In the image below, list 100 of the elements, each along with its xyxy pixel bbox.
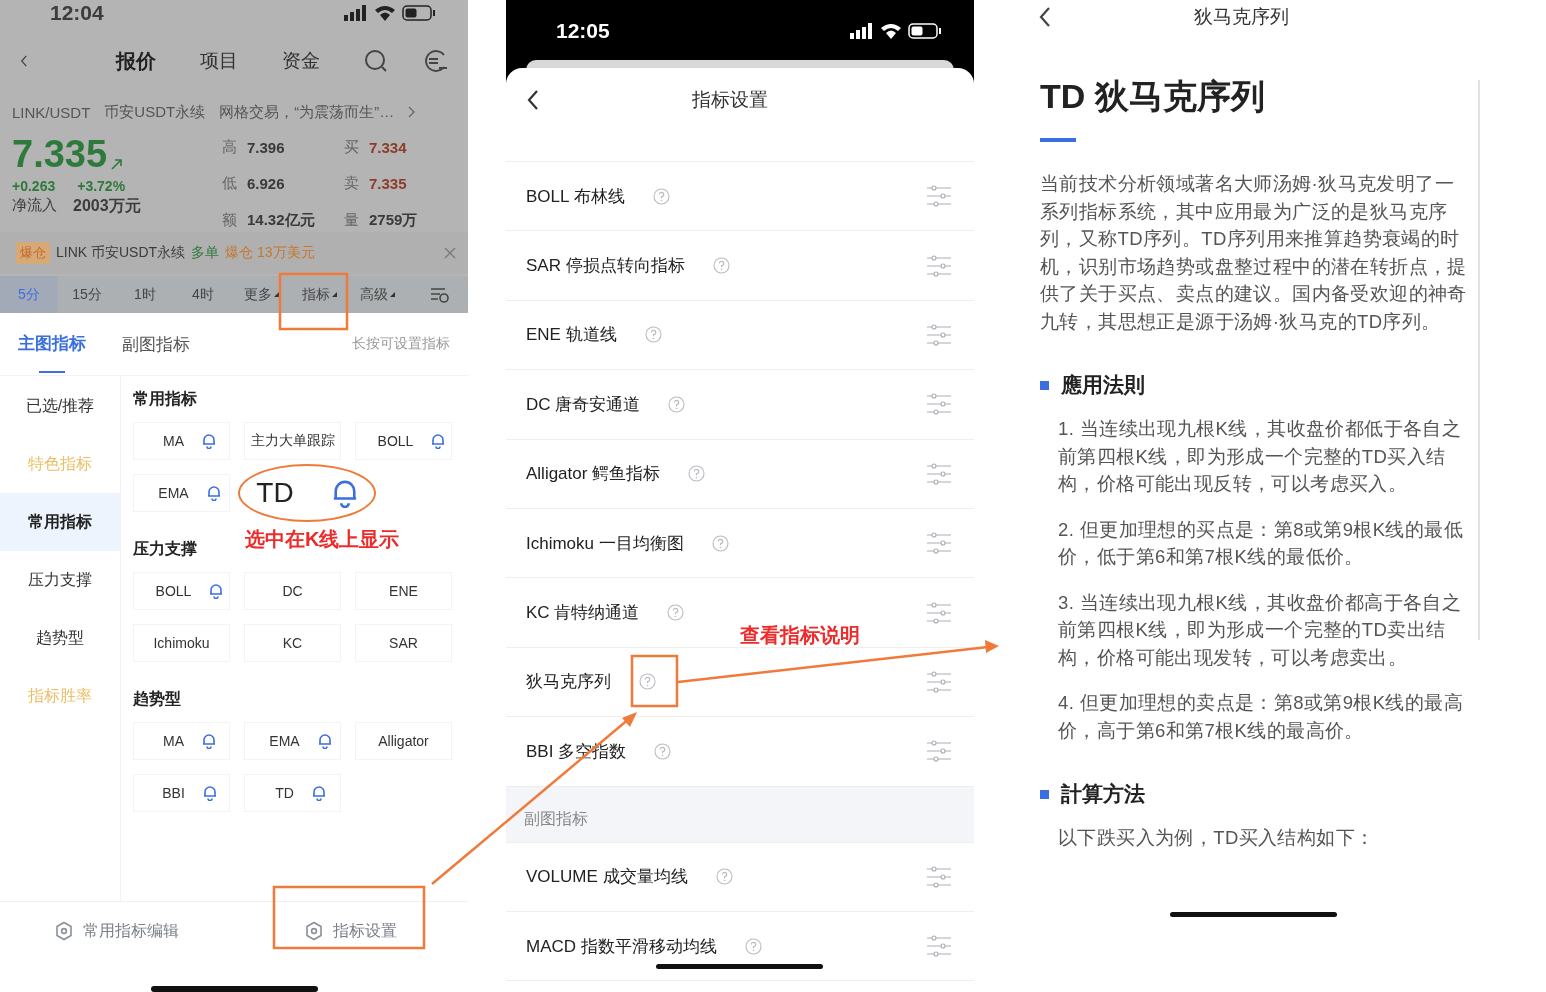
highlight-frame [278,272,349,331]
indicator-chip[interactable]: MA [133,422,230,460]
liquidation-amount: 爆仓 13万美元 [225,244,315,262]
indicator-chip[interactable]: EMA [133,474,230,512]
sliders-icon[interactable] [926,740,952,763]
nav-tab[interactable]: 报价 [116,47,156,75]
hexagon-gear-icon [305,921,323,941]
chat-menu-icon[interactable] [422,49,448,73]
wifi-icon [374,5,396,21]
help-icon[interactable] [644,326,662,344]
period-tab[interactable]: 1时 [116,276,174,313]
intro-paragraph: 当前技术分析领域著名大师汤姆·狄马克发明了一系列指标系统，其中应用最为广泛的是狄马克序列，又称TD序列。TD序列用来推算趋势衰竭的时机，识别市场趋势或盘整过程中的潜在转折点，提供了关于买点、卖点的建议。国内备受欢迎的神奇九转，其思想正是源于汤姆·狄马克的TD序列。 [1040,172,1468,334]
period-tab[interactable]: 更多 [232,276,290,313]
section-title: 計算方法 [1061,781,1145,807]
category-item[interactable]: 已选/推荐 [0,377,120,435]
battery-icon [908,23,942,39]
indicator-chip[interactable]: EMA [244,722,341,760]
help-icon[interactable] [652,187,670,205]
indicator-chip[interactable]: ENE [355,572,452,610]
status-time: 12:04 [50,1,104,25]
footer-button[interactable]: 指标设置 [234,919,468,943]
percent-change: +3.72% [77,178,126,194]
period-tab[interactable]: 高级 [348,276,406,313]
back-icon[interactable] [526,89,540,111]
section-title: 應用法則 [1061,372,1145,398]
indicator-tab[interactable]: 副图指标 [122,313,190,375]
indicator-name: MACD 指数平滑移动均线 [526,935,717,958]
stat-label: 买 [344,138,359,158]
indicator-chip[interactable]: Alligator [355,722,452,760]
sliders-icon[interactable] [926,393,952,416]
help-icon[interactable] [711,534,729,552]
help-icon[interactable] [639,673,656,691]
nav-tab[interactable]: 项目 [200,47,238,75]
indicator-chip[interactable]: Ichimoku [133,624,230,662]
indicator-chip[interactable]: SAR [355,624,452,662]
stat-label: 卖 [344,174,359,194]
period-tab[interactable]: 指标 [290,276,348,313]
stat-label: 低 [222,174,237,194]
indicator-chip[interactable]: KC [244,624,341,662]
bullet-square-icon [1040,789,1049,799]
hexagon-gear-icon [55,921,73,941]
back-icon[interactable] [1038,6,1052,28]
indicator-chip[interactable]: MA [133,722,230,760]
up-right-arrow-icon [111,158,124,170]
indicator-chip[interactable]: 主力大单跟踪 [244,422,341,460]
rule-paragraph: 1. 当连续出现九根K线，其收盘价都低于各自之前第四根K线，即为形成一个完整的TD买入结构，价格可能出现反转，可以考虑买入。 [1057,417,1463,496]
indicator-chip[interactable]: BBI [133,774,230,812]
bullet-square-icon [1040,380,1049,390]
indicator-chip[interactable]: DC [244,572,341,610]
nav-tab[interactable]: 资金 [282,47,320,75]
sliders-icon[interactable] [926,601,952,624]
indicator-name: KC 肯特纳通道 [526,602,640,625]
help-icon[interactable] [668,395,686,413]
indicator-name: 狄马克序列 [526,671,611,694]
list-settings-icon[interactable] [430,286,450,303]
sliders-icon[interactable] [926,462,952,485]
liquidation-side: 多单 [191,244,220,262]
sliders-icon[interactable] [926,185,952,208]
sliders-icon[interactable] [926,865,952,888]
sliders-icon[interactable] [926,532,952,555]
stat-label: 量 [344,210,359,230]
chevron-right-icon[interactable] [408,106,417,118]
screen-title: 指标设置 [692,88,768,112]
signal-icon [344,5,368,21]
help-icon[interactable] [688,465,706,483]
stat-value: 7.334 [369,139,407,157]
help-icon[interactable] [744,937,762,955]
search-icon[interactable] [364,49,388,73]
help-icon[interactable] [715,868,733,886]
indicator-name: Ichimoku 一目均衡图 [526,532,684,555]
sliders-icon[interactable] [926,935,952,958]
indicator-chip[interactable]: BOLL [133,572,230,610]
footer-button[interactable]: 常用指标编辑 [0,919,234,943]
rule-paragraph: 2. 但更加理想的买点是：第8或第9根K线的最低价，低于第6和第7根K线的最低价。 [1057,517,1465,569]
wifi-icon [880,23,902,39]
rule-paragraph: 以下跌买入为例，TD买入结构如下： [1057,826,1376,850]
stat-value: 6.926 [247,175,285,193]
sliders-icon[interactable] [926,323,952,346]
period-tab[interactable]: 4时 [174,276,232,313]
status-time: 12:05 [556,19,610,43]
callout-label: TD [256,477,294,509]
help-icon[interactable] [667,604,685,622]
category-item[interactable]: 趋势型 [0,609,120,667]
inflow-value: 2003万元 [73,196,141,216]
category-item[interactable]: 常用指标 [0,493,120,551]
period-tab[interactable]: 15分 [58,276,116,313]
indicator-chip[interactable]: TD [244,774,341,812]
group-title: 趋势型 [133,688,181,709]
indicator-chip[interactable]: BOLL [355,422,452,460]
help-icon[interactable] [712,257,730,275]
promo-text[interactable]: 网格交易，“为震荡而生”… [219,102,395,122]
help-icon[interactable] [654,742,672,760]
category-item[interactable]: 压力支撑 [0,551,120,609]
sliders-icon[interactable] [926,254,952,277]
bell-icon [331,478,358,508]
inflow-label: 净流入 [12,196,57,215]
close-icon[interactable] [444,247,456,259]
liquidation-market: LINK 币安USDT永续 [56,244,186,262]
rule-paragraph: 3. 当连续出现九根K线，其收盘价都高于各自之前第四根K线，即为形成一个完整的TD卖出结构，价格可能出现发转，可以考虑卖出。 [1057,590,1463,670]
sliders-icon[interactable] [926,670,952,693]
